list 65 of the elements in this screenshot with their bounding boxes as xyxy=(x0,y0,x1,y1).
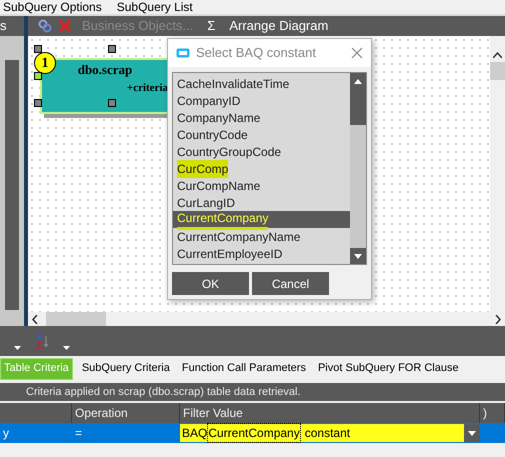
resize-handle[interactable] xyxy=(34,99,42,107)
list-item-label: CurLangID xyxy=(177,194,236,212)
list-item[interactable]: CurrentEmployeeID xyxy=(173,245,350,262)
list-item-label: CountryCode xyxy=(177,126,248,144)
toolbar-button[interactable]: Arrange Diagram xyxy=(225,16,332,36)
number-badge: 1 xyxy=(34,52,56,74)
list-item[interactable]: CountryGroupCode xyxy=(173,143,350,160)
list-item[interactable]: CompanyName xyxy=(173,109,350,126)
scroll-thumb[interactable] xyxy=(350,89,366,125)
scroll-thumb[interactable] xyxy=(490,62,505,80)
list-item-label: CurComp xyxy=(177,160,228,178)
list-item-label: CurCompName xyxy=(177,178,260,194)
scrollbar[interactable] xyxy=(5,60,19,310)
scroll-thumb[interactable] xyxy=(46,312,106,326)
resize-handle[interactable] xyxy=(34,72,42,80)
dropdown-arrow-icon[interactable] xyxy=(63,346,70,350)
tab[interactable]: Pivot SubQuery FOR Clause xyxy=(314,358,462,380)
list-item-label: CountryGroupCode xyxy=(177,144,282,160)
toolbar-button[interactable]: Σ xyxy=(203,16,220,36)
scroll-left-icon[interactable] xyxy=(32,314,38,324)
list-item[interactable]: CurrentCompany xyxy=(173,211,350,228)
table-row[interactable]: y = BAQCurrentCompany constant xyxy=(0,423,505,443)
window-icon xyxy=(176,48,190,58)
dropdown-button[interactable] xyxy=(464,424,480,442)
list-item-label: CurrentEmployeeID xyxy=(177,246,282,262)
scrollbar[interactable] xyxy=(350,73,366,264)
table-cell-text: y xyxy=(2,425,10,442)
list-item-label: CacheInvalidateTime xyxy=(177,76,290,92)
link-icon[interactable] xyxy=(38,19,52,33)
resize-handle[interactable] xyxy=(108,45,116,53)
filter-value-field[interactable]: BAQCurrentCompany constant xyxy=(180,424,464,442)
scroll-down-icon[interactable] xyxy=(354,254,362,258)
info-text: Criteria applied on scrap (dbo.scrap) table data retrieval. xyxy=(26,384,301,400)
resize-handle[interactable] xyxy=(108,99,116,107)
tab[interactable]: Function Call Parameters xyxy=(178,358,309,380)
node-title: dbo.scrap xyxy=(78,61,132,79)
list-item[interactable]: CurLangID xyxy=(173,194,350,211)
caret-icon xyxy=(468,430,476,436)
list-item[interactable]: CompanyID xyxy=(173,92,350,109)
resize-handle[interactable] xyxy=(34,45,42,53)
node-subtitle: +criteria xyxy=(126,80,168,96)
list-item-label: CompanyName xyxy=(177,110,260,126)
list-item[interactable]: CountryCode xyxy=(173,126,350,143)
dialog-button[interactable]: OK xyxy=(172,272,249,295)
scroll-right-icon[interactable] xyxy=(495,314,501,324)
tab[interactable]: SubQuery Criteria xyxy=(78,358,173,380)
list-item[interactable]: CurCompName xyxy=(173,177,350,194)
list-item-label: CurrentCompanyName xyxy=(177,228,300,246)
list-item-label: CurrentCompany xyxy=(177,209,268,230)
panel-label: s xyxy=(0,17,6,36)
list-item[interactable]: CurComp xyxy=(173,160,350,177)
window-title: Select BAQ constant xyxy=(196,44,317,62)
list-item-label: CompanyID xyxy=(177,92,240,110)
close-icon[interactable] xyxy=(351,47,363,59)
scroll-up-icon[interactable] xyxy=(493,52,502,58)
menu-item[interactable]: SubQuery Options xyxy=(3,1,102,13)
dropdown-arrow-icon[interactable] xyxy=(14,346,21,350)
table-cell-text: = xyxy=(74,425,84,442)
scroll-up-icon[interactable] xyxy=(354,78,362,84)
list-item[interactable]: CacheInvalidateTime xyxy=(173,75,350,92)
dialog-button[interactable]: Cancel xyxy=(252,272,329,295)
menu-item[interactable]: SubQuery List xyxy=(116,1,193,13)
scrollbar[interactable] xyxy=(490,36,505,312)
scrollbar[interactable] xyxy=(28,312,505,326)
list-item[interactable]: CurrentCompanyName xyxy=(173,228,350,245)
